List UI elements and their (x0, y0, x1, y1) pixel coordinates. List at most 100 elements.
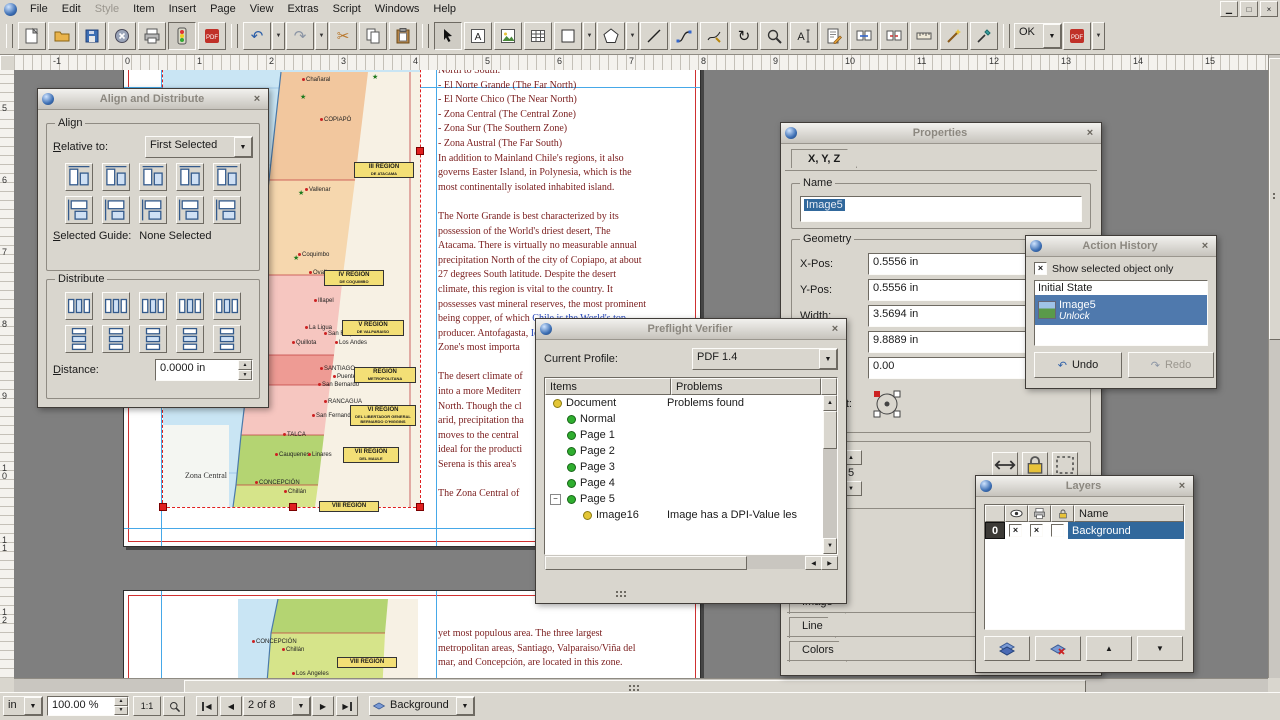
redo-button[interactable]: ↷ (286, 22, 314, 50)
layer-level[interactable]: 0 (985, 522, 1005, 539)
insert-polygon-button[interactable] (597, 22, 625, 50)
open-document-button[interactable] (48, 22, 76, 50)
dropdown-icon[interactable]: ▼ (1043, 24, 1061, 48)
layer-print-checkbox[interactable]: × (1030, 524, 1043, 537)
undo-button[interactable]: ↶ Undo (1034, 352, 1122, 378)
dialog-titlebar[interactable]: Align and Distribute × (38, 89, 268, 110)
menu-windows[interactable]: Windows (368, 1, 427, 17)
vertical-ruler[interactable]: 5678910111213 (0, 70, 15, 678)
undo-button[interactable]: ↶ (243, 22, 271, 50)
menu-item[interactable]: Item (126, 1, 161, 17)
vertical-guide[interactable] (436, 70, 437, 546)
visible-column-header[interactable] (1005, 505, 1028, 522)
select-item-button[interactable] (434, 22, 462, 50)
problem-row[interactable]: Normal (545, 411, 837, 427)
insert-text-frame-button[interactable]: A (464, 22, 492, 50)
history-item[interactable]: Initial State (1035, 281, 1207, 295)
next-page-button[interactable]: ▶ (312, 696, 334, 716)
insert-freehand-line-button[interactable] (700, 22, 728, 50)
insert-shape-button[interactable] (554, 22, 582, 50)
layer-visible-checkbox[interactable]: × (1009, 524, 1022, 537)
dialog-titlebar[interactable]: Preflight Verifier × (536, 319, 846, 340)
first-page-button[interactable]: ◀ (196, 696, 218, 716)
unit-combobox[interactable]: in ▼ (3, 696, 43, 716)
undo-dropdown-button[interactable]: ▼ (272, 22, 285, 50)
insert-image-frame-button[interactable] (494, 22, 522, 50)
scroll-right-icon[interactable]: ▶ (821, 556, 838, 570)
menu-page[interactable]: Page (203, 1, 243, 17)
scroll-down-icon[interactable]: ▼ (823, 538, 837, 554)
pdf-tools-button[interactable]: PDF (1063, 22, 1091, 50)
dropdown-icon[interactable]: ▼ (819, 349, 837, 369)
copy-button[interactable] (359, 22, 387, 50)
resize-handle[interactable] (416, 147, 424, 155)
zoom-button[interactable] (760, 22, 788, 50)
cut-button[interactable]: ✂ (329, 22, 357, 50)
dropdown-icon[interactable]: ▼ (292, 697, 310, 715)
problem-row[interactable]: Page 1 (545, 427, 837, 443)
story-editor-button[interactable] (820, 22, 848, 50)
lock-column-header[interactable] (1051, 505, 1074, 522)
menu-extras[interactable]: Extras (280, 1, 325, 17)
maximize-button[interactable]: □ (1240, 1, 1258, 17)
problem-row[interactable]: Page 3 (545, 459, 837, 475)
insert-bezier-button[interactable] (670, 22, 698, 50)
show-selected-checkbox[interactable]: × (1034, 262, 1047, 275)
problem-row[interactable]: Page 2 (545, 443, 837, 459)
polygon-dropdown-button[interactable]: ▼ (626, 22, 639, 50)
spin-up-icon[interactable]: ▲ (114, 697, 128, 706)
scrollbar-thumb[interactable] (545, 556, 747, 570)
image-frame[interactable]: CONCEPCIÓNChillánLos Angeles VIII REGIÓN (238, 599, 418, 678)
history-item[interactable]: Image5Unlock (1035, 295, 1207, 325)
close-icon[interactable]: × (1175, 479, 1189, 493)
vertical-scrollbar[interactable] (1268, 55, 1280, 678)
toolbar-drag-handle[interactable] (422, 24, 429, 48)
zoom-1-1-button[interactable]: 1:1 (133, 696, 161, 716)
raise-layer-button[interactable]: ▲ (1086, 636, 1132, 661)
dropdown-icon[interactable]: ▼ (24, 697, 42, 715)
print-column-header[interactable] (1028, 505, 1051, 522)
dropdown-icon[interactable]: ▼ (456, 697, 474, 715)
menu-view[interactable]: View (243, 1, 281, 17)
toolbar-drag-handle[interactable] (6, 24, 13, 48)
zoom-spinbox[interactable]: 100.00 % ▲▼ (47, 696, 129, 716)
dialog-titlebar[interactable]: Action History × (1026, 236, 1216, 257)
menu-edit[interactable]: Edit (55, 1, 88, 17)
copy-item-properties-button[interactable] (940, 22, 968, 50)
column-header-problems[interactable]: Problems (671, 378, 821, 395)
lower-layer-button[interactable]: ▼ (1137, 636, 1183, 661)
spin-up-icon[interactable]: ▲ (238, 360, 252, 370)
edit-contents-button[interactable]: A (790, 22, 818, 50)
problem-row[interactable]: Image16 Image has a DPI-Value les (545, 507, 837, 523)
close-button[interactable]: × (1260, 1, 1278, 17)
dialog-titlebar[interactable]: Properties × (781, 123, 1101, 144)
collapse-icon[interactable]: − (550, 494, 561, 505)
zoom-tool-button[interactable] (163, 696, 185, 716)
link-text-frames-button[interactable] (850, 22, 878, 50)
text-frame[interactable]: yet most populous area. The three larges… (438, 627, 700, 671)
paste-button[interactable] (389, 22, 417, 50)
redo-dropdown-button[interactable]: ▼ (315, 22, 328, 50)
vertical-scrollbar-thumb[interactable] (1269, 58, 1280, 340)
close-icon[interactable]: × (1198, 239, 1212, 253)
dialog-titlebar[interactable]: Layers × (976, 476, 1193, 497)
relative-to-combobox[interactable]: First Selected ▼ (145, 136, 253, 158)
print-document-button[interactable] (138, 22, 166, 50)
basepoint-widget[interactable] (868, 385, 906, 423)
rotate-item-button[interactable]: ↻ (730, 22, 758, 50)
unlink-text-frames-button[interactable] (880, 22, 908, 50)
resize-grip[interactable] (616, 591, 626, 593)
vertical-guide[interactable] (436, 591, 437, 678)
problem-row[interactable]: Page 4 (545, 475, 837, 491)
close-icon[interactable]: × (828, 322, 842, 336)
redo-button[interactable]: ↷ Redo (1128, 352, 1214, 378)
last-page-button[interactable]: ▶ (336, 696, 358, 716)
menu-script[interactable]: Script (326, 1, 368, 17)
distance-spinbox[interactable]: 0.0000 in ▲▼ (155, 359, 253, 381)
delete-layer-button[interactable] (1035, 636, 1081, 661)
measurements-button[interactable] (910, 22, 938, 50)
scrollbar-thumb[interactable] (823, 411, 837, 449)
spin-down-icon[interactable]: ▼ (114, 706, 128, 715)
layer-name[interactable]: Background (1068, 522, 1184, 539)
horizontal-scrollbar[interactable] (14, 678, 1268, 693)
